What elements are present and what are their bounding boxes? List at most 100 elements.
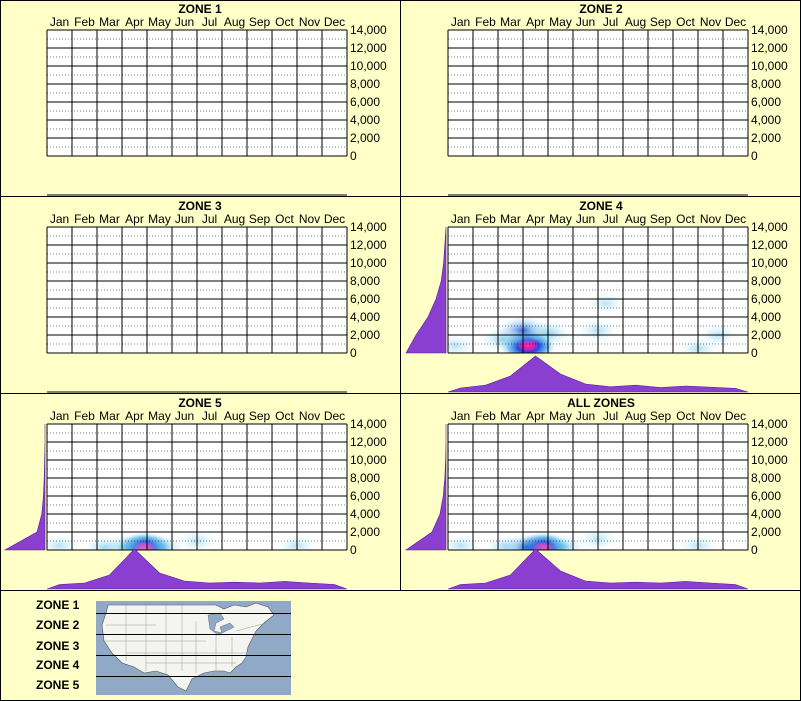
y-tick-label: 4,000 <box>350 113 380 127</box>
month-label: Sep <box>650 15 672 29</box>
month-label: Dec <box>725 409 746 423</box>
y-tick-label: 0 <box>751 346 758 360</box>
month-label: Jun <box>576 212 595 226</box>
y-tick-label: 10,000 <box>350 59 387 73</box>
month-label: Aug <box>625 212 646 226</box>
month-label: Mar <box>99 409 120 423</box>
month-label: Dec <box>324 15 345 29</box>
month-label: Jul <box>202 409 217 423</box>
y-tick-label: 10,000 <box>751 59 788 73</box>
panel-title: ZONE 2 <box>579 2 623 16</box>
month-label: Oct <box>275 409 294 423</box>
month-label: Feb <box>74 409 95 423</box>
month-label: Jun <box>576 15 595 29</box>
month-label: Aug <box>625 409 646 423</box>
y-tick-label: 4,000 <box>751 507 781 521</box>
month-label: Dec <box>725 212 746 226</box>
y-tick-label: 10,000 <box>350 256 387 270</box>
chart-svg: ZONE 5 Jan Feb Mar Apr May Jun Jul Aug Sep Oct Nov D… <box>3 396 387 590</box>
month-label: Jul <box>202 212 217 226</box>
month-label: Sep <box>249 15 271 29</box>
month-label: Dec <box>725 15 746 29</box>
heatmap-hotspot <box>586 293 625 314</box>
month-label: Jun <box>576 409 595 423</box>
month-label: Jan <box>451 409 470 423</box>
month-label: Aug <box>224 212 245 226</box>
y-tick-label: 10,000 <box>751 256 788 270</box>
y-tick-label: 14,000 <box>350 23 387 37</box>
elevation-density-curve <box>3 424 46 551</box>
month-label: Apr <box>125 212 144 226</box>
y-tick-label: 2,000 <box>350 328 380 342</box>
chart-svg: ZONE 1 Jan Feb Mar Apr May Jun Jul Aug Sep Oct Nov D… <box>46 2 387 196</box>
chart-panel-6: ALL ZONES Jan Feb Mar Apr May Jun Jul Aug Sep Oct N… <box>401 394 801 590</box>
y-tick-label: 2,000 <box>751 328 781 342</box>
month-label: Jul <box>603 409 618 423</box>
heatmap-hotspot <box>47 534 79 550</box>
y-tick-label: 0 <box>350 543 357 557</box>
chart-panel-5: ZONE 5 Jan Feb Mar Apr May Jun Jul Aug Sep Oct Nov D… <box>0 394 400 590</box>
month-label: Mar <box>500 212 521 226</box>
y-tick-label: 8,000 <box>751 274 781 288</box>
panel-title: ZONE 5 <box>178 396 222 410</box>
y-tick-label: 12,000 <box>751 435 788 449</box>
heatmap-hotspot <box>83 535 126 550</box>
y-tick-label: 4,000 <box>751 310 781 324</box>
month-label: Feb <box>475 409 496 423</box>
month-label: Apr <box>125 15 144 29</box>
month-label: Sep <box>650 409 672 423</box>
legend-zone-3: ZONE 3 <box>36 639 80 653</box>
y-tick-label: 6,000 <box>350 95 380 109</box>
chart-svg: ZONE 3 Jan Feb Mar Apr May Jun Jul Aug Sep Oct Nov D… <box>46 199 387 393</box>
month-label: May <box>148 212 171 226</box>
us-land <box>101 602 275 692</box>
y-tick-label: 8,000 <box>751 471 781 485</box>
chart-svg: ZONE 4 Jan Feb Mar Apr May Jun Jul Aug Sep Oct Nov D… <box>405 199 788 393</box>
month-label: Oct <box>676 15 695 29</box>
chart-svg: ZONE 2 Jan Feb Mar Apr May Jun Jul Aug Sep Oct Nov D… <box>447 2 788 196</box>
month-label: Nov <box>299 409 320 423</box>
heatmap-hotspot <box>139 534 185 550</box>
y-tick-label: 12,000 <box>751 238 788 252</box>
month-label: Oct <box>275 15 294 29</box>
y-tick-label: 14,000 <box>751 417 788 431</box>
y-tick-label: 0 <box>751 149 758 163</box>
month-label: May <box>148 15 171 29</box>
month-label: Sep <box>249 212 271 226</box>
y-tick-label: 14,000 <box>751 23 788 37</box>
month-label: Oct <box>676 212 695 226</box>
y-tick-label: 0 <box>751 543 758 557</box>
y-tick-label: 12,000 <box>350 435 387 449</box>
month-label: Nov <box>299 212 320 226</box>
heatmap-hotspot <box>540 534 586 550</box>
legend-zone-5: ZONE 5 <box>36 678 80 692</box>
heatmap-hotspot <box>448 534 480 550</box>
y-tick-label: 2,000 <box>751 131 781 145</box>
y-tick-label: 6,000 <box>350 489 380 503</box>
y-tick-label: 6,000 <box>751 292 781 306</box>
month-label: Apr <box>125 409 144 423</box>
month-label: Jan <box>50 409 69 423</box>
chart-panel-4: ZONE 4 Jan Feb Mar Apr May Jun Jul Aug Sep Oct Nov D… <box>401 197 801 393</box>
legend-zone-1: ZONE 1 <box>36 598 80 612</box>
us-zone-map <box>96 601 291 695</box>
month-label: Mar <box>500 409 521 423</box>
month-label: Dec <box>324 409 345 423</box>
y-tick-label: 8,000 <box>350 274 380 288</box>
month-label: Apr <box>526 212 545 226</box>
y-tick-label: 8,000 <box>350 77 380 91</box>
y-tick-label: 12,000 <box>350 41 387 55</box>
month-label: May <box>148 409 171 423</box>
month-density-curve <box>46 548 348 590</box>
legend-zone-2: ZONE 2 <box>36 618 80 632</box>
month-label: Sep <box>650 212 672 226</box>
month-label: Feb <box>475 212 496 226</box>
y-tick-label: 10,000 <box>350 453 387 467</box>
panel-title: ZONE 3 <box>178 199 222 213</box>
month-label: Jul <box>603 212 618 226</box>
panel-title: ZONE 4 <box>579 199 623 213</box>
month-label: Jun <box>175 409 194 423</box>
y-tick-label: 6,000 <box>751 95 781 109</box>
y-tick-label: 4,000 <box>350 507 380 521</box>
month-label: Nov <box>700 409 721 423</box>
